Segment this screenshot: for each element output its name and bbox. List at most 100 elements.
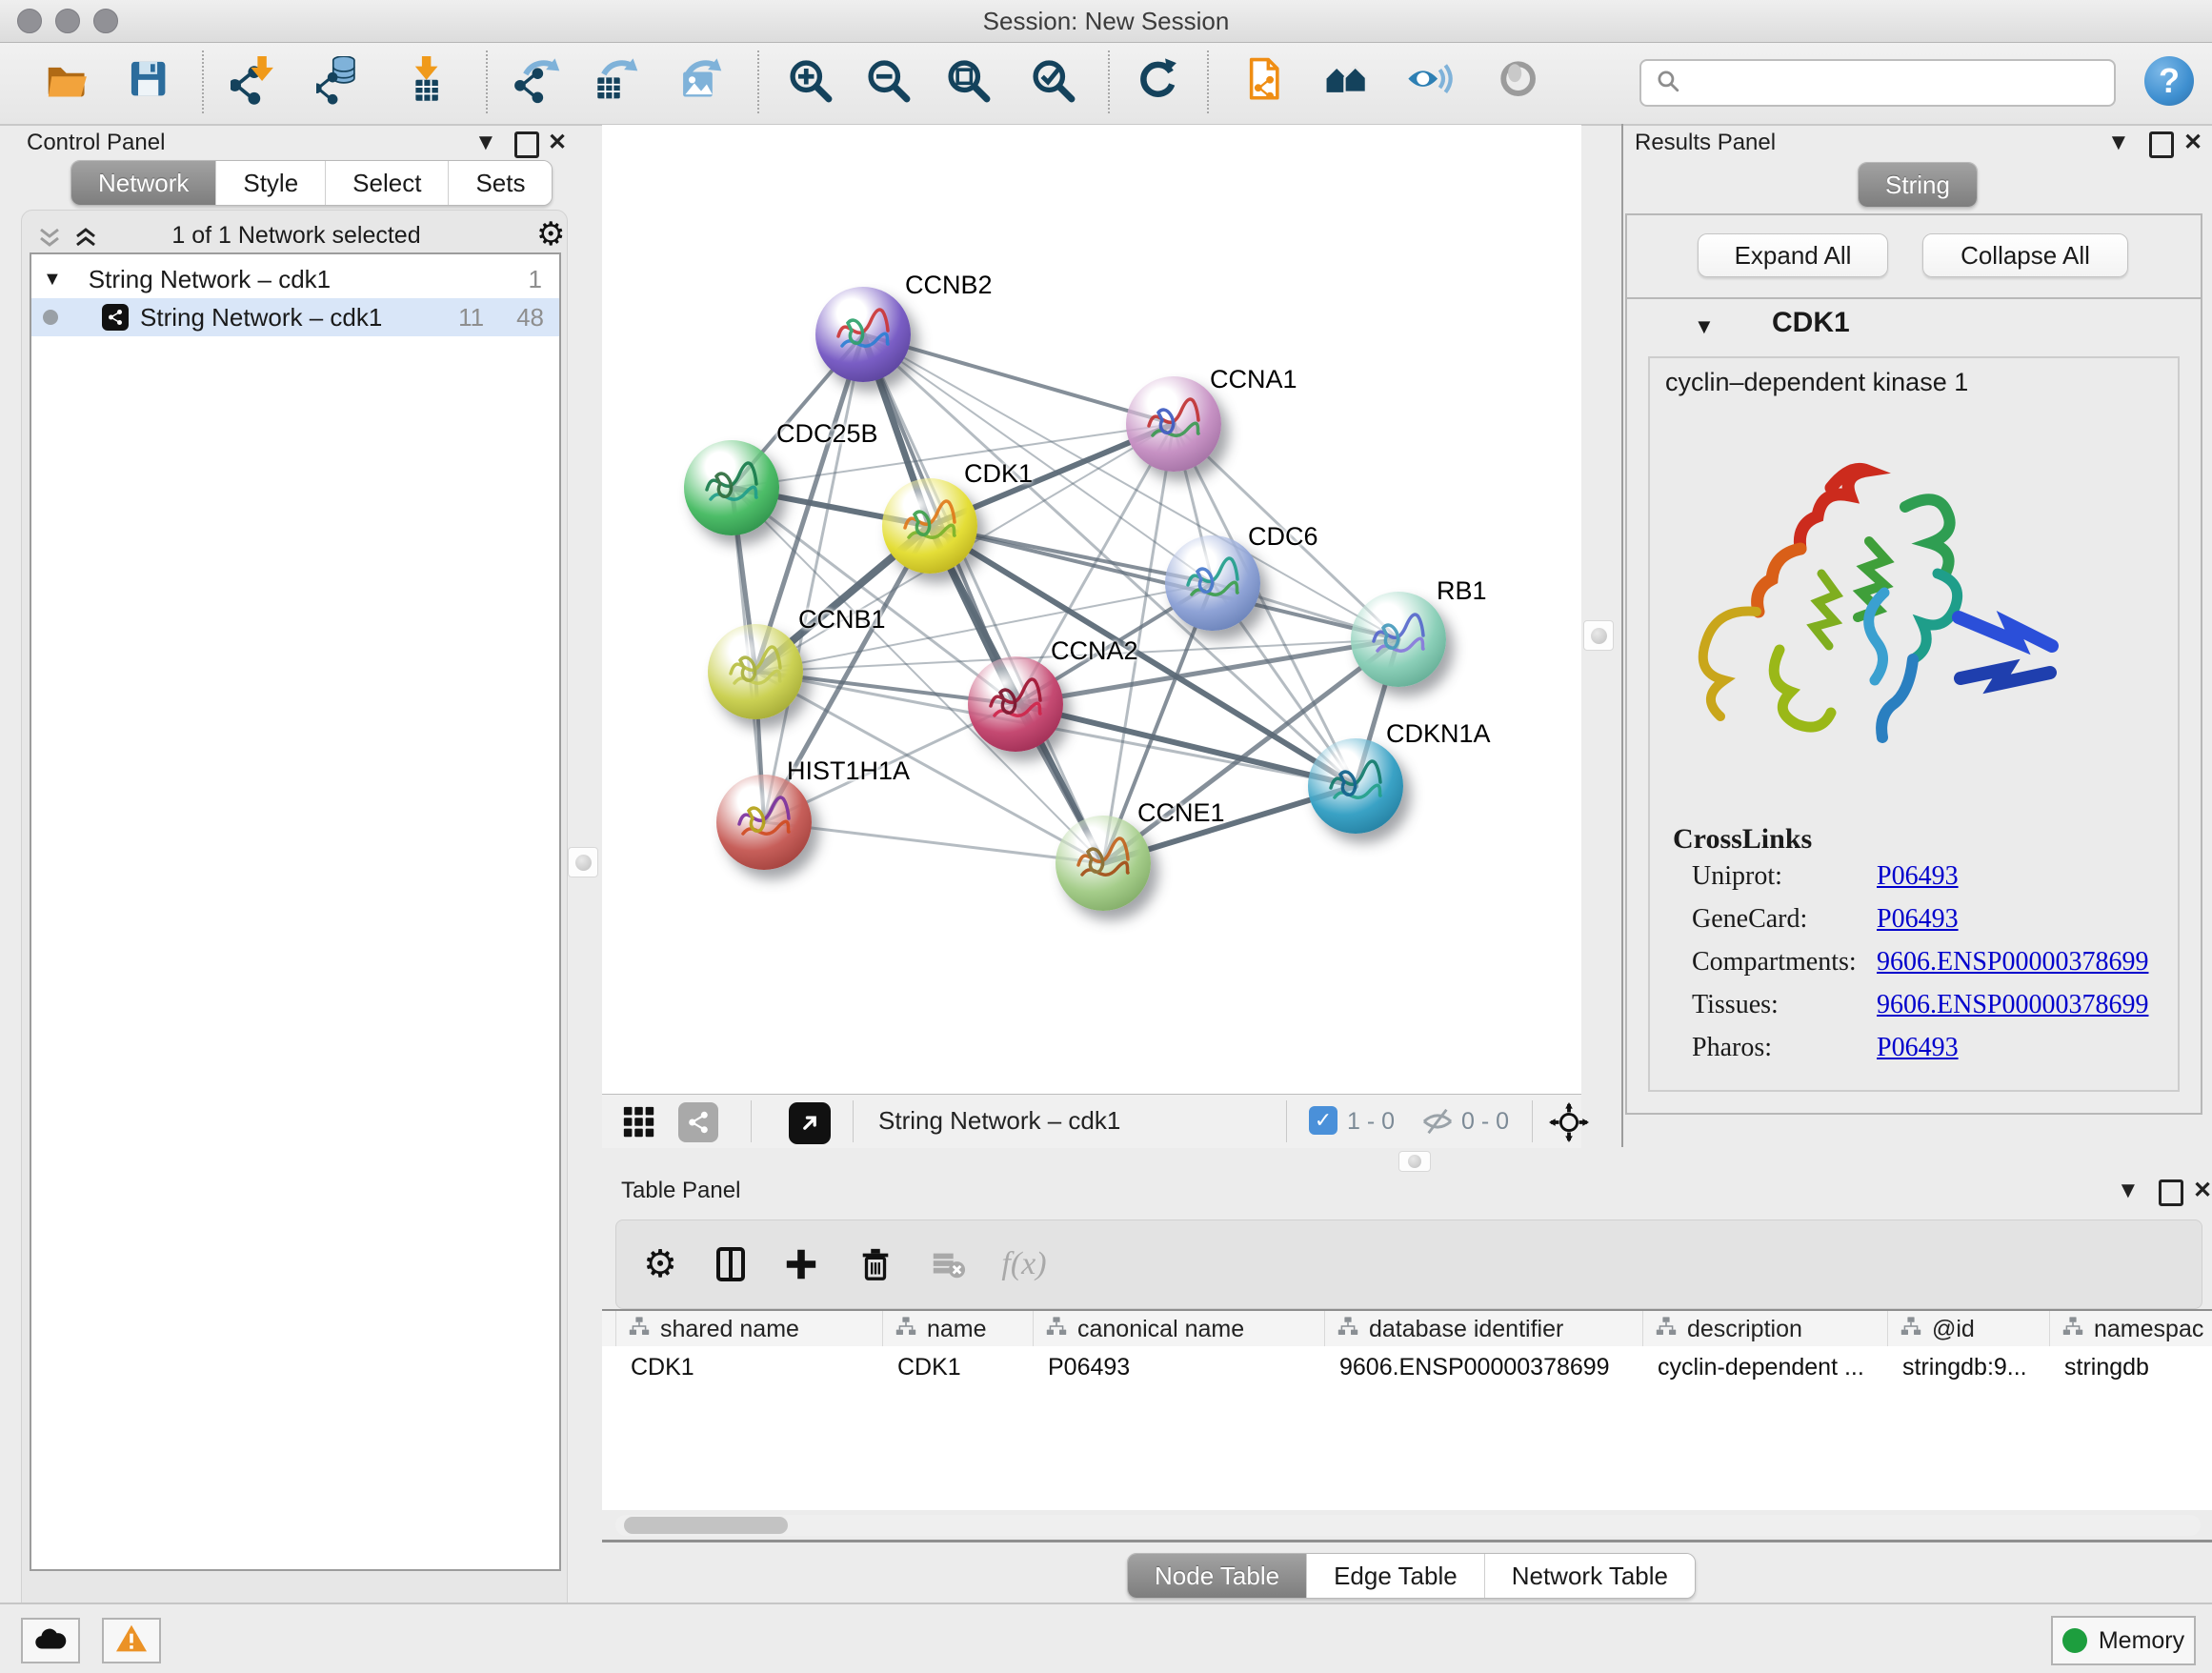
enhanced-graphics-button[interactable] (1397, 49, 1465, 117)
crosslink-value-link[interactable]: P06493 (1877, 904, 1959, 935)
import-network-database-button[interactable] (307, 49, 375, 117)
network-canvas[interactable]: CCNB2 CCNA1 CDC25B CDK1 CDC6 (602, 125, 1581, 1094)
table-cell-canonical-name[interactable]: P06493 (1048, 1354, 1320, 1381)
node-CDC25B[interactable] (684, 440, 779, 535)
delete-table-icon[interactable] (917, 1234, 978, 1295)
tab-network[interactable]: Network (71, 161, 215, 205)
delete-column-trash-icon[interactable] (845, 1234, 906, 1295)
fit-selected-crosshair-icon[interactable] (1549, 1102, 1589, 1147)
right-splitter-handle[interactable] (1583, 620, 1614, 651)
column-header-shared-name[interactable]: shared name (615, 1311, 883, 1347)
open-view-in-window-icon[interactable] (789, 1102, 831, 1144)
table-cell-namespac[interactable]: stringdb (2064, 1354, 2208, 1381)
crosslink-value-link[interactable]: P06493 (1877, 1033, 1959, 1063)
edge-CDK1-RB1[interactable] (930, 526, 1398, 639)
refresh-view-button[interactable] (1124, 49, 1193, 117)
export-image-button[interactable] (667, 49, 735, 117)
collection-expander-icon[interactable]: ▼ (43, 269, 62, 291)
column-header-description[interactable]: description (1642, 1311, 1888, 1347)
results-panel-collapse-icon[interactable]: ▼ (2107, 130, 2130, 156)
collapse-all-button[interactable]: Collapse All (1922, 233, 2128, 277)
export-network-button[interactable] (505, 49, 573, 117)
network-row-selected[interactable]: String Network – cdk1 11 48 (31, 298, 559, 336)
table-cell-shared-name[interactable]: CDK1 (631, 1354, 878, 1381)
node-CCNA1[interactable] (1126, 376, 1221, 472)
import-network-file-button[interactable] (221, 49, 290, 117)
set-confidence-button[interactable] (1314, 49, 1382, 117)
column-header-namespac[interactable]: namespac (2049, 1311, 2212, 1347)
node-HIST1H1A[interactable] (716, 775, 812, 870)
left-splitter-handle[interactable] (568, 847, 598, 877)
column-header-@id[interactable]: @id (1887, 1311, 2050, 1347)
table-panel-float-icon[interactable] (2159, 1179, 2183, 1206)
search-input[interactable] (1691, 63, 2114, 103)
tab-sets[interactable]: Sets (448, 161, 552, 205)
node-CDC6[interactable] (1165, 535, 1260, 631)
zoom-fit-button[interactable] (935, 49, 1003, 117)
help-button[interactable]: ? (2144, 56, 2194, 106)
save-session-button[interactable] (116, 49, 185, 117)
tab-network-table[interactable]: Network Table (1484, 1554, 1695, 1598)
birdview-grid-icon[interactable] (621, 1104, 657, 1145)
cloud-tasks-button[interactable] (21, 1618, 80, 1663)
node-RB1[interactable] (1351, 592, 1446, 687)
table-panel-close-icon[interactable]: ✕ (2193, 1177, 2212, 1204)
zoom-out-button[interactable] (855, 49, 923, 117)
warnings-button[interactable] (102, 1618, 161, 1663)
crosslink-value-link[interactable]: 9606.ENSP00000378699 (1877, 990, 2148, 1020)
import-table-button[interactable] (394, 49, 463, 117)
open-in-string-web-button[interactable] (1232, 49, 1300, 117)
control-panel-float-icon[interactable] (514, 131, 539, 158)
results-panel-close-icon[interactable]: ✕ (2183, 129, 2202, 156)
function-builder-icon[interactable]: f(x) (994, 1234, 1055, 1295)
node-CDK1[interactable] (882, 478, 977, 574)
crosslink-value-link[interactable]: 9606.ENSP00000378699 (1877, 947, 2148, 978)
column-header-canonical-name[interactable]: canonical name (1033, 1311, 1325, 1347)
memory-button[interactable]: Memory (2051, 1616, 2196, 1665)
hidden-items-eye-icon[interactable] (1419, 1106, 1456, 1141)
table-cell-database-identifier[interactable]: 9606.ENSP00000378699 (1339, 1354, 1639, 1381)
collapse-all-networks-icon[interactable] (35, 226, 64, 255)
column-header-name[interactable]: name (882, 1311, 1034, 1347)
table-cell-name[interactable]: CDK1 (897, 1354, 1029, 1381)
column-header-database-identifier[interactable]: database identifier (1324, 1311, 1643, 1347)
node-CCNB1[interactable] (708, 624, 803, 719)
show-columns-icon[interactable] (700, 1234, 761, 1295)
node-CDKN1A[interactable] (1308, 738, 1403, 834)
network-options-gear-icon[interactable]: ⚙ (536, 218, 565, 251)
open-session-button[interactable] (34, 49, 103, 117)
network-collection-row[interactable]: ▼ String Network – cdk1 1 (31, 260, 559, 298)
tab-style[interactable]: Style (215, 161, 325, 205)
edge-CCNA2-CDKN1A[interactable] (1016, 704, 1356, 786)
table-cell-@id[interactable]: stringdb:9... (1902, 1354, 2045, 1381)
expand-all-button[interactable]: Expand All (1698, 233, 1888, 277)
node-CCNA2[interactable] (968, 656, 1063, 752)
create-column-plus-icon[interactable] (771, 1234, 832, 1295)
expand-all-networks-icon[interactable] (71, 226, 100, 255)
control-panel-collapse-icon[interactable]: ▼ (474, 130, 497, 156)
zoom-in-button[interactable] (776, 49, 845, 117)
table-cell-description[interactable]: cyclin-dependent ... (1658, 1354, 1883, 1381)
table-hscrollbar-track[interactable] (615, 1515, 2201, 1536)
network-selection-status: 1 of 1 Network selected (125, 222, 468, 250)
node-section-expander-icon[interactable]: ▼ (1694, 314, 1715, 339)
node-CCNE1[interactable] (1056, 816, 1151, 911)
bottom-splitter-handle[interactable] (1398, 1151, 1431, 1172)
tab-string[interactable]: String (1859, 163, 1977, 207)
results-panel-float-icon[interactable] (2149, 131, 2174, 158)
graphics-details-icon[interactable] (678, 1102, 718, 1142)
crosslink-value-link[interactable]: P06493 (1877, 861, 1959, 892)
edge-CCNE1-HIST1H1A[interactable] (764, 822, 1103, 863)
zoom-selected-button[interactable] (1019, 49, 1088, 117)
node-CCNB2[interactable] (815, 287, 911, 382)
table-options-gear-icon[interactable]: ⚙ (630, 1234, 691, 1295)
selected-items-checkbox[interactable]: ✓ (1309, 1106, 1337, 1135)
tab-select[interactable]: Select (325, 161, 448, 205)
table-panel-collapse-icon[interactable]: ▼ (2117, 1178, 2140, 1204)
tab-edge-table[interactable]: Edge Table (1306, 1554, 1484, 1598)
detail-toggle-button[interactable] (1486, 49, 1555, 117)
table-hscrollbar-thumb[interactable] (624, 1517, 788, 1534)
export-table-button[interactable] (583, 49, 652, 117)
tab-node-table[interactable]: Node Table (1128, 1554, 1306, 1598)
control-panel-close-icon[interactable]: ✕ (548, 129, 567, 156)
